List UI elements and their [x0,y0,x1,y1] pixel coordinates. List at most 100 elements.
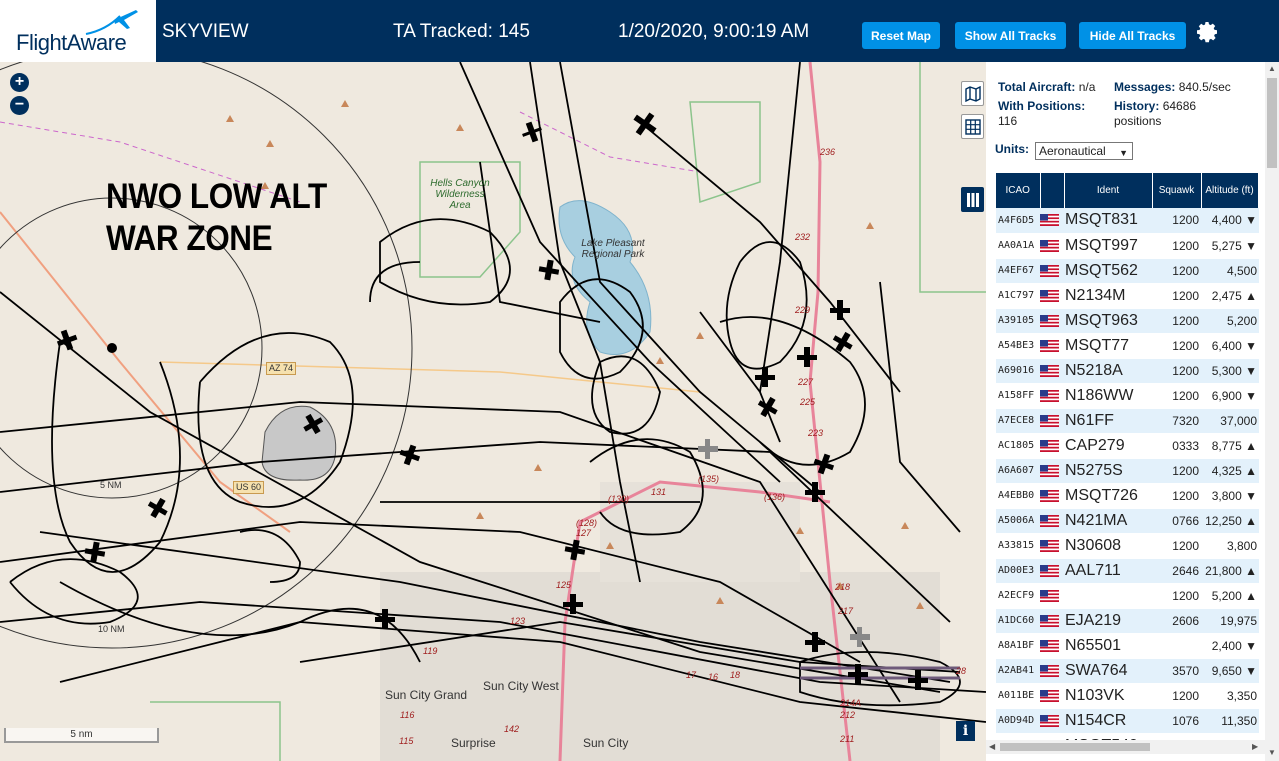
aircraft-row[interactable]: A1DC60 EJA219 2606 19,975 [996,608,1259,634]
icao-cell: A4F6D5 [996,208,1040,234]
zoom-in-button[interactable]: + [10,73,29,92]
altitude-cell: 37,000 [1201,408,1258,434]
aircraft-row[interactable]: AC1805 CAP279 0333 8,775 ▲ [996,433,1259,459]
altitude-cell: 3,800 [1201,533,1258,559]
map-grid-button[interactable] [961,114,984,139]
icao-cell: A2AB41 [996,658,1040,684]
ident-cell: N186WW [1064,383,1152,409]
scroll-left-icon[interactable]: ◀ [989,742,995,751]
road-number: 232 [795,232,811,242]
aircraft-row[interactable]: A7ECE8 N61FF 7320 37,000 [996,408,1259,434]
hide-all-tracks-button[interactable]: Hide All Tracks [1079,22,1186,49]
altitude-cell: 2,475 ▲ [1201,283,1258,309]
icao-cell: A1C797 [996,283,1040,309]
icao-cell: A0D94D [996,708,1040,734]
flag-cell [1040,508,1064,534]
altitude-cell: 2,400 ▼ [1201,633,1258,659]
altitude-cell: 5,200 [1201,308,1258,334]
flag-cell [1040,433,1064,459]
map-canvas[interactable]: + − NWO LOW ALT WAR ZONE 5 NM 10 NM Hell… [0,62,986,761]
chevron-down-icon: ▼ [1119,148,1128,158]
icao-cell: A39105 [996,308,1040,334]
show-all-tracks-button[interactable]: Show All Tracks [955,22,1066,49]
flag-cell [1040,683,1064,709]
gear-icon[interactable] [1196,20,1220,44]
squawk-cell: 1200 [1152,358,1201,384]
messages-label: Messages: [1114,80,1176,94]
altitude-cell: 5,275 ▼ [1201,233,1258,259]
scroll-up-icon[interactable]: ▲ [1268,64,1276,73]
scrollbar-thumb[interactable] [1267,78,1277,168]
aircraft-row[interactable]: AA0A1A MSQT997 1200 5,275 ▼ [996,233,1259,259]
altitude-cell: 12,250 ▲ [1201,508,1258,534]
aircraft-row[interactable]: A33815 N30608 1200 3,800 [996,533,1259,559]
flag-cell [1040,358,1064,384]
road-number: 115 [399,736,414,746]
column-header-icao[interactable]: ICAO [996,173,1041,208]
units-label: Units: [995,142,1029,156]
aircraft-row[interactable]: A8A1BF N65501 2,400 ▼ [996,633,1259,659]
zoom-out-button[interactable]: − [10,96,29,115]
aircraft-row[interactable]: A2ECF9 1200 5,200 ▲ [996,583,1259,609]
units-select[interactable]: Aeronautical ▼ [1035,142,1133,160]
altitude-cell: 4,325 ▲ [1201,458,1258,484]
aircraft-row[interactable]: A011BE N103VK 1200 3,350 [996,683,1259,709]
aircraft-row[interactable]: A2AB41 SWA764 3570 9,650 ▼ [996,658,1259,684]
altitude-cell: 8,775 ▲ [1201,433,1258,459]
column-header-flag[interactable] [1040,173,1065,208]
road-number: 142 [504,724,520,734]
aircraft-row[interactable]: A39105 MSQT963 1200 5,200 [996,308,1259,334]
squawk-cell: 1200 [1152,683,1201,709]
spacer-cell [1258,483,1259,509]
map-layers-button[interactable] [961,81,984,106]
squawk-cell: 0766 [1152,508,1201,534]
aircraft-row[interactable]: A54BE3 MSQT77 1200 6,400 ▼ [996,333,1259,359]
aircraft-row[interactable]: A5006A N421MA 0766 12,250 ▲ [996,508,1259,534]
aircraft-row[interactable]: A1C797 N2134M 1200 2,475 ▲ [996,283,1259,309]
spacer-cell [1258,633,1259,659]
aircraft-row[interactable]: A158FF N186WW 1200 6,900 ▼ [996,383,1259,409]
aircraft-table-container[interactable]: ICAO Ident Squawk Altitude (ft) A4F6D5 MS… [996,173,1259,743]
flag-cell [1040,608,1064,634]
aircraft-row[interactable]: A4F6D5 MSQT831 1200 4,400 ▼ [996,208,1259,234]
total-aircraft-value: n/a [1078,80,1096,94]
altitude-cell: 4,500 [1201,258,1258,284]
altitude-cell: 11,350 [1201,708,1258,734]
ring-label-10nm: 10 NM [98,624,125,634]
altitude-cell: 5,200 ▲ [1201,583,1258,609]
aircraft-row[interactable]: A0D94D N154CR 1076 11,350 [996,708,1259,734]
aircraft-row[interactable]: AD00E3 AAL711 2646 21,800 ▲ [996,558,1259,584]
aircraft-row[interactable]: A69016 N5218A 1200 5,300 ▼ [996,358,1259,384]
squawk-cell [1152,633,1201,659]
column-header-ident[interactable]: Ident [1064,173,1153,208]
aircraft-row[interactable]: A6A607 N5275S 1200 4,325 ▲ [996,458,1259,484]
toggle-sidebar-button[interactable] [961,187,984,212]
road-number: 223 [808,428,824,438]
altitude-cell: 5,300 ▼ [1201,358,1258,384]
vertical-scrollbar[interactable]: ▲ ▼ [1265,62,1279,761]
reset-map-button[interactable]: Reset Map [862,22,940,49]
column-header-more [1258,173,1259,208]
history-label: History: [1114,99,1160,113]
scroll-down-icon[interactable]: ▼ [1268,748,1276,757]
column-header-squawk[interactable]: Squawk [1152,173,1202,208]
flag-cell [1040,333,1064,359]
altitude-cell: 3,800 ▼ [1201,483,1258,509]
column-header-altitude[interactable]: Altitude (ft) [1201,173,1259,208]
icao-cell: A6A607 [996,458,1040,484]
spacer-cell [1258,233,1259,259]
road-number: 211 [840,734,855,744]
scrollbar-thumb[interactable] [1000,743,1150,751]
horizontal-scrollbar[interactable]: ◀ ▶ [986,740,1265,754]
ident-cell: MSQT831 [1064,208,1152,234]
us-flag-icon [1040,389,1059,402]
aircraft-row[interactable]: A4EF67 MSQT562 1200 4,500 [996,258,1259,284]
road-number: 217 [838,606,854,616]
icao-cell: A4EBB0 [996,483,1040,509]
aircraft-row[interactable]: A4EBB0 MSQT726 1200 3,800 ▼ [996,483,1259,509]
flightaware-logo[interactable]: FlightAware [0,0,156,62]
road-number: 125 [556,580,572,590]
scroll-right-icon[interactable]: ▶ [1252,742,1258,751]
info-icon[interactable]: i [956,721,975,741]
flag-cell [1040,533,1064,559]
